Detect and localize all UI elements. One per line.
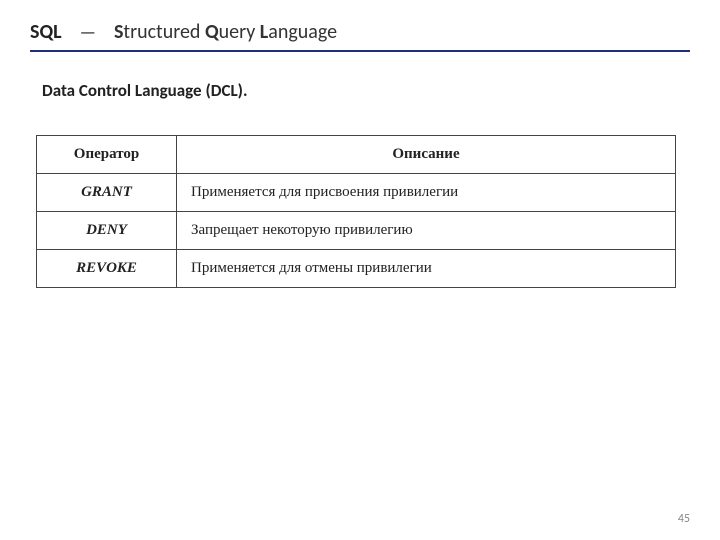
section-title: Data Control Language (DCL). bbox=[42, 80, 690, 101]
title-l: L bbox=[260, 20, 268, 44]
op-name: REVOKE bbox=[37, 250, 177, 288]
op-desc: Применяется для отмены привилегии bbox=[177, 250, 676, 288]
op-desc: Запрещает некоторую привилегию bbox=[177, 212, 676, 250]
operators-table: Оператор Описание GRANT Применяется для … bbox=[36, 135, 676, 288]
page-number: 45 bbox=[678, 512, 690, 526]
title-q: Q bbox=[205, 20, 219, 44]
page-title: Structured Query Language bbox=[114, 20, 337, 44]
title-tructured: tructured bbox=[123, 20, 205, 44]
op-name: DENY bbox=[37, 212, 177, 250]
col-description: Описание bbox=[177, 136, 676, 174]
sql-label: SQL bbox=[30, 20, 62, 44]
table-row: REVOKE Применяется для отмены привилегии bbox=[37, 250, 676, 288]
col-operator: Оператор bbox=[37, 136, 177, 174]
op-desc: Применяется для присвоения привилегии bbox=[177, 174, 676, 212]
dash: — bbox=[80, 21, 96, 43]
title-anguage: anguage bbox=[268, 20, 337, 44]
table-header-row: Оператор Описание bbox=[37, 136, 676, 174]
table-row: DENY Запрещает некоторую привилегию bbox=[37, 212, 676, 250]
op-name: GRANT bbox=[37, 174, 177, 212]
title-uery: uery bbox=[219, 20, 260, 44]
header: SQL — Structured Query Language bbox=[30, 20, 690, 52]
table-row: GRANT Применяется для присвоения привиле… bbox=[37, 174, 676, 212]
title-s: S bbox=[114, 20, 123, 44]
